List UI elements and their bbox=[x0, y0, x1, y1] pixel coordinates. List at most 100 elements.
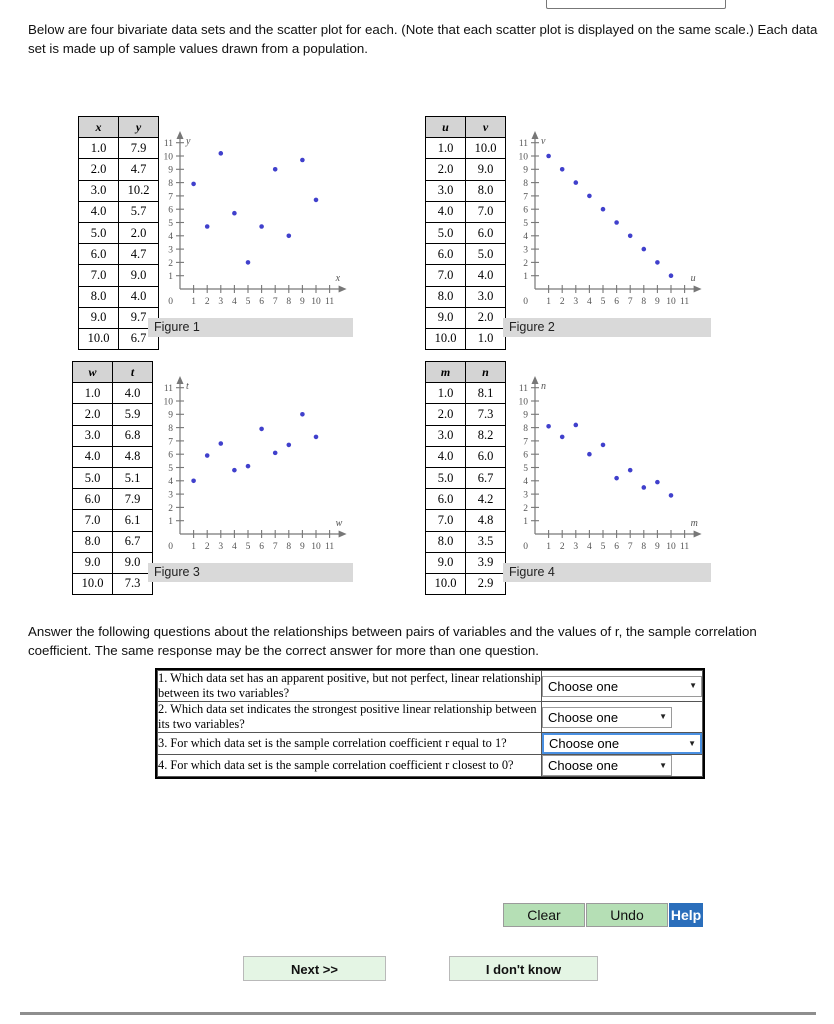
svg-text:3: 3 bbox=[218, 542, 223, 552]
cell-y: 3.9 bbox=[465, 551, 506, 574]
i-dont-know-button[interactable]: I don't know bbox=[449, 956, 598, 981]
svg-text:3: 3 bbox=[573, 297, 578, 307]
table-row: 5.0 2.0 bbox=[78, 221, 159, 245]
table-row: 4.0 7.0 bbox=[425, 200, 506, 223]
cell-y: 2.9 bbox=[465, 572, 506, 596]
scatter-svg: 12345678910111 2 3 4 5 6 7 8 9 10 110nm bbox=[519, 376, 702, 552]
cell-x: 6.0 bbox=[72, 488, 113, 511]
cell-y: 5.0 bbox=[465, 243, 506, 266]
svg-text:1: 1 bbox=[191, 542, 196, 552]
clear-button[interactable]: Clear bbox=[503, 903, 585, 927]
cell-y: 2.0 bbox=[465, 306, 506, 329]
svg-text:v: v bbox=[541, 136, 546, 147]
cell-x: 3.0 bbox=[425, 424, 466, 447]
svg-text:7: 7 bbox=[628, 297, 633, 307]
cell-x: 7.0 bbox=[78, 264, 119, 287]
scatter-svg: 12345678910111 2 3 4 5 6 7 8 9 10 110yx bbox=[164, 131, 347, 307]
next-button[interactable]: Next >> bbox=[243, 956, 386, 981]
table-row: 4.0 5.7 bbox=[78, 200, 159, 223]
svg-text:10: 10 bbox=[164, 397, 174, 407]
data-point bbox=[573, 422, 579, 428]
cell-x: 10.0 bbox=[72, 572, 113, 596]
svg-text:t: t bbox=[186, 381, 189, 392]
cell-x: 9.0 bbox=[425, 551, 466, 574]
svg-text:2: 2 bbox=[523, 259, 528, 269]
data-point bbox=[600, 442, 606, 448]
scatter-svg: 12345678910111 2 3 4 5 6 7 8 9 10 110vu bbox=[519, 131, 702, 307]
svg-text:0: 0 bbox=[168, 297, 173, 307]
data-point bbox=[559, 167, 565, 172]
svg-text:2: 2 bbox=[168, 504, 173, 514]
column-header-y: t bbox=[112, 360, 153, 384]
chevron-down-icon: ▼ bbox=[688, 738, 696, 748]
undo-button[interactable]: Undo bbox=[586, 903, 668, 927]
cell-x: 2.0 bbox=[78, 158, 119, 181]
data-point bbox=[300, 412, 305, 417]
answer-dropdown-2[interactable]: Choose one ▼ bbox=[542, 706, 672, 728]
column-header-x: m bbox=[425, 360, 466, 384]
table-row: 2.0 7.3 bbox=[425, 403, 506, 426]
cell-x: 9.0 bbox=[72, 551, 113, 574]
footer-divider bbox=[20, 1012, 816, 1015]
answer-dropdown-3[interactable]: Choose one ▼ bbox=[542, 733, 702, 754]
chevron-down-icon: ▼ bbox=[689, 681, 697, 690]
table-row: 7.0 4.8 bbox=[425, 509, 506, 532]
table-row: 2.0 5.9 bbox=[72, 403, 153, 426]
intro-paragraph: Below are four bivariate data sets and t… bbox=[28, 22, 818, 56]
svg-text:6: 6 bbox=[168, 206, 173, 216]
table-row: 7.0 6.1 bbox=[72, 509, 153, 532]
svg-text:3: 3 bbox=[523, 246, 528, 256]
answer-dropdown-1[interactable]: Choose one ▼ bbox=[542, 675, 702, 697]
cell-x: 1.0 bbox=[425, 382, 466, 405]
data-point bbox=[627, 467, 633, 473]
clipped-answer-input[interactable] bbox=[546, 0, 726, 9]
column-header-y: n bbox=[465, 360, 506, 384]
column-header-x: x bbox=[78, 115, 119, 139]
data-point bbox=[668, 273, 674, 278]
data-table-3: w t 1.0 4.0 2.0 5.9 3.0 6.8 4.0 4.8 5.0 5.1 6.0 7.9 7.… bbox=[72, 360, 153, 596]
svg-text:8: 8 bbox=[641, 542, 646, 552]
cell-y: 5.9 bbox=[112, 403, 153, 426]
svg-text:11: 11 bbox=[325, 542, 334, 552]
svg-text:8: 8 bbox=[168, 179, 173, 189]
svg-text:x: x bbox=[335, 273, 341, 284]
svg-text:3: 3 bbox=[523, 491, 528, 501]
cell-y: 8.1 bbox=[465, 382, 506, 405]
cell-x: 9.0 bbox=[78, 306, 119, 329]
cell-y: 7.3 bbox=[465, 403, 506, 426]
column-header-y: v bbox=[465, 115, 506, 139]
table-row: 9.0 2.0 bbox=[425, 306, 506, 329]
svg-text:9: 9 bbox=[168, 166, 173, 176]
svg-text:w: w bbox=[336, 518, 343, 529]
answer-dropdown-4[interactable]: Choose one ▼ bbox=[542, 755, 672, 776]
questions-intro: Answer the following questions about the… bbox=[28, 624, 757, 658]
cell-y: 6.0 bbox=[465, 221, 506, 245]
cell-y: 3.0 bbox=[465, 285, 506, 308]
svg-text:7: 7 bbox=[523, 437, 528, 447]
figure-caption-1: Figure 1 bbox=[148, 318, 353, 337]
svg-text:9: 9 bbox=[655, 542, 660, 552]
question-row-2: 2. Which data set indicates the stronges… bbox=[157, 701, 703, 733]
cell-y: 3.5 bbox=[465, 530, 506, 553]
svg-text:5: 5 bbox=[246, 542, 251, 552]
data-point bbox=[272, 167, 278, 172]
question-answer-cell-1: Choose one ▼ bbox=[541, 670, 703, 702]
svg-text:10: 10 bbox=[519, 152, 529, 162]
svg-text:11: 11 bbox=[680, 542, 689, 552]
cell-y: 4.8 bbox=[112, 445, 153, 468]
cell-x: 1.0 bbox=[425, 137, 466, 160]
svg-text:4: 4 bbox=[523, 232, 528, 242]
data-table-2: u v 1.0 10.0 2.0 9.0 3.0 8.0 4.0 7.0 5.0 6.0 6.0 5.0 7… bbox=[425, 115, 506, 351]
data-point bbox=[218, 441, 224, 446]
data-point bbox=[668, 493, 674, 498]
help-button[interactable]: Help bbox=[669, 903, 703, 927]
cell-x: 3.0 bbox=[425, 179, 466, 202]
cell-x: 8.0 bbox=[72, 530, 113, 553]
cell-x: 9.0 bbox=[425, 306, 466, 329]
cell-y: 5.1 bbox=[112, 466, 153, 490]
cell-y: 4.2 bbox=[465, 488, 506, 511]
svg-text:6: 6 bbox=[614, 297, 619, 307]
dropdown-value-1: Choose one bbox=[548, 678, 619, 694]
questions-table: 1. Which data set has an apparent positi… bbox=[157, 670, 703, 777]
svg-text:1: 1 bbox=[191, 297, 196, 307]
